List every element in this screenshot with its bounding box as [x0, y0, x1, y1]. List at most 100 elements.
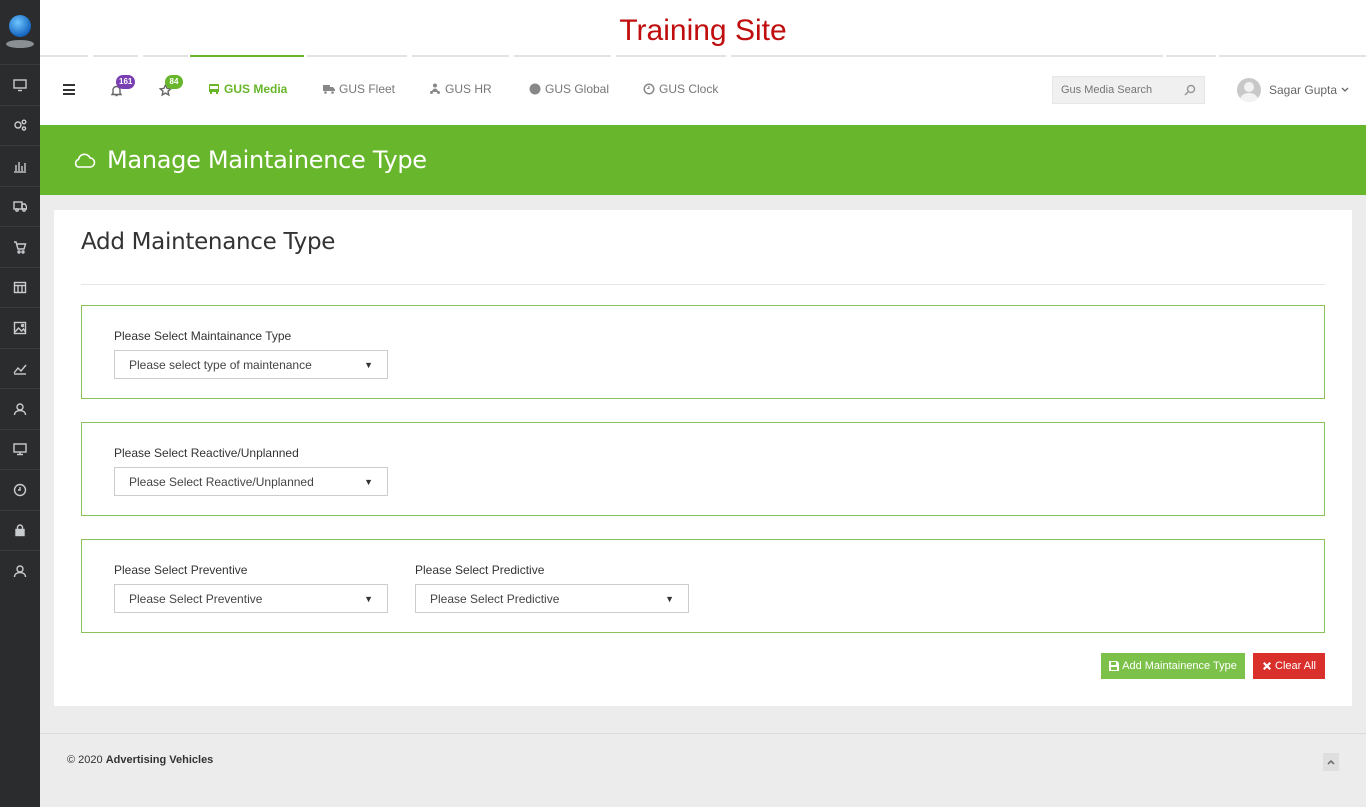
desktop-icon: [13, 443, 27, 456]
monitor-icon: [13, 79, 27, 91]
search-box: [1052, 76, 1205, 104]
nav-link-label: GUS Media: [224, 82, 288, 96]
sidebar: [0, 0, 40, 807]
sidebar-item-users[interactable]: [0, 388, 40, 429]
avatar: [1237, 78, 1261, 102]
caret-down-icon: ▼: [364, 476, 373, 487]
truck-icon: [13, 201, 27, 213]
user-icon: [13, 565, 27, 577]
nav-link-gus-global[interactable]: GUS Global: [529, 82, 609, 96]
user-menu[interactable]: Sagar Gupta: [1237, 78, 1349, 102]
page-title: Manage Maintainence Type: [107, 146, 427, 174]
save-icon: [1109, 661, 1120, 671]
nav-link-gus-clock[interactable]: GUS Clock: [643, 82, 718, 96]
sidebar-item-calendar[interactable]: [0, 266, 40, 308]
reactive-field: Please Select Reactive/Unplanned Please …: [114, 446, 388, 496]
reactive-section: Please Select Reactive/Unplanned Please …: [81, 422, 1325, 516]
nav-link-label: GUS Clock: [659, 82, 719, 96]
select-value: Please Select Reactive/Unplanned: [129, 474, 314, 489]
nav-link-label: GUS HR: [445, 82, 492, 96]
clear-all-button[interactable]: Clear All: [1253, 653, 1325, 679]
chevron-down-icon: [1341, 87, 1349, 92]
notifications-button[interactable]: 161: [110, 75, 136, 102]
card-title: Add Maintenance Type: [81, 229, 336, 255]
globe-icon: [529, 83, 541, 95]
maintenance-type-select[interactable]: Please select type of maintenance ▼: [114, 350, 388, 379]
gears-icon: [14, 119, 27, 132]
truck-icon: [323, 85, 335, 94]
top-header: Training Site: [40, 0, 1366, 57]
field-label: Please Select Maintainance Type: [114, 329, 292, 343]
clock-icon: [13, 483, 27, 496]
chevron-up-icon: [1327, 759, 1335, 765]
field-label: Please Select Predictive: [415, 563, 545, 577]
lock-icon: [15, 524, 25, 537]
maintenance-type-field: Please Select Maintainance Type Please s…: [114, 329, 388, 379]
sidebar-item-fleet[interactable]: [0, 185, 40, 227]
app-logo[interactable]: [0, 0, 40, 64]
nav-link-gus-hr[interactable]: GUS HR: [429, 82, 492, 96]
button-label: Clear All: [1275, 660, 1316, 672]
caret-down-icon: ▼: [364, 359, 373, 370]
user-name: Sagar Gupta: [1269, 83, 1338, 97]
add-maintenance-type-button[interactable]: Add Maintainence Type: [1101, 653, 1245, 679]
footer: © 2020 Advertising Vehicles: [67, 754, 213, 766]
line-chart-icon: [13, 364, 27, 375]
sidebar-item-security[interactable]: [0, 509, 40, 551]
nav-link-label: GUS Fleet: [339, 82, 396, 96]
globe-logo-icon: [9, 15, 31, 37]
caret-down-icon: ▼: [665, 593, 674, 604]
select-value: Please select type of maintenance: [129, 357, 312, 372]
bar-chart-icon: [14, 161, 26, 173]
nav-link-gus-media[interactable]: GUS Media: [208, 82, 287, 96]
divider: [81, 284, 1325, 285]
favorites-button[interactable]: 84: [158, 75, 183, 102]
search-icon[interactable]: [1184, 84, 1196, 96]
navbar: 161 84 GUS Media GUS Fleet GUS HR GUS Gl…: [40, 57, 1366, 125]
close-icon: [1263, 662, 1272, 670]
site-title: Training Site: [619, 14, 787, 47]
preventive-select[interactable]: Please Select Preventive ▼: [114, 584, 388, 613]
field-label: Please Select Preventive: [114, 563, 248, 577]
predictive-field: Please Select Predictive Please Select P…: [415, 563, 689, 613]
reactive-select[interactable]: Please Select Reactive/Unplanned ▼: [114, 467, 388, 496]
company-name: Advertising Vehicles: [105, 754, 214, 766]
page-header: Manage Maintainence Type: [40, 125, 1366, 195]
favorites-badge: 84: [165, 75, 183, 89]
select-value: Please Select Preventive: [129, 591, 263, 606]
cloud-icon: [74, 153, 96, 168]
menu-toggle-icon[interactable]: [63, 84, 75, 95]
preventive-field: Please Select Preventive Please Select P…: [114, 563, 388, 613]
cart-icon: [14, 241, 27, 254]
caret-down-icon: ▼: [364, 593, 373, 604]
user-icon: [13, 403, 27, 415]
sidebar-item-shop[interactable]: [0, 226, 40, 267]
sidebar-item-analytics[interactable]: [0, 347, 40, 389]
image-icon: [13, 321, 27, 334]
sidebar-item-settings[interactable]: [0, 104, 40, 146]
nav-link-label: GUS Global: [545, 82, 610, 96]
maintenance-type-section: Please Select Maintainance Type Please s…: [81, 305, 1325, 399]
sidebar-item-clock[interactable]: [0, 469, 40, 510]
scroll-to-top-button[interactable]: [1323, 753, 1339, 771]
sidebar-item-profile[interactable]: [0, 550, 40, 591]
form-card: Add Maintenance Type Please Select Maint…: [54, 210, 1352, 706]
predictive-select[interactable]: Please Select Predictive ▼: [415, 584, 689, 613]
sidebar-item-display[interactable]: [0, 428, 40, 470]
bus-icon: [209, 84, 219, 94]
search-input[interactable]: [1061, 84, 1171, 96]
field-label: Please Select Reactive/Unplanned: [114, 446, 299, 460]
sidebar-item-dashboard[interactable]: [0, 64, 40, 105]
footer-divider: [40, 733, 1366, 734]
preventive-predictive-section: Please Select Preventive Please Select P…: [81, 539, 1325, 633]
notifications-badge: 161: [116, 75, 136, 89]
copyright: © 2020: [67, 754, 103, 766]
clock-icon: [643, 83, 655, 95]
calendar-icon: [13, 282, 27, 294]
button-label: Add Maintainence Type: [1122, 660, 1237, 672]
nav-link-gus-fleet[interactable]: GUS Fleet: [323, 82, 395, 96]
sidebar-item-reports[interactable]: [0, 145, 40, 186]
people-icon: [430, 83, 440, 94]
sidebar-item-media[interactable]: [0, 307, 40, 348]
select-value: Please Select Predictive: [430, 591, 560, 606]
